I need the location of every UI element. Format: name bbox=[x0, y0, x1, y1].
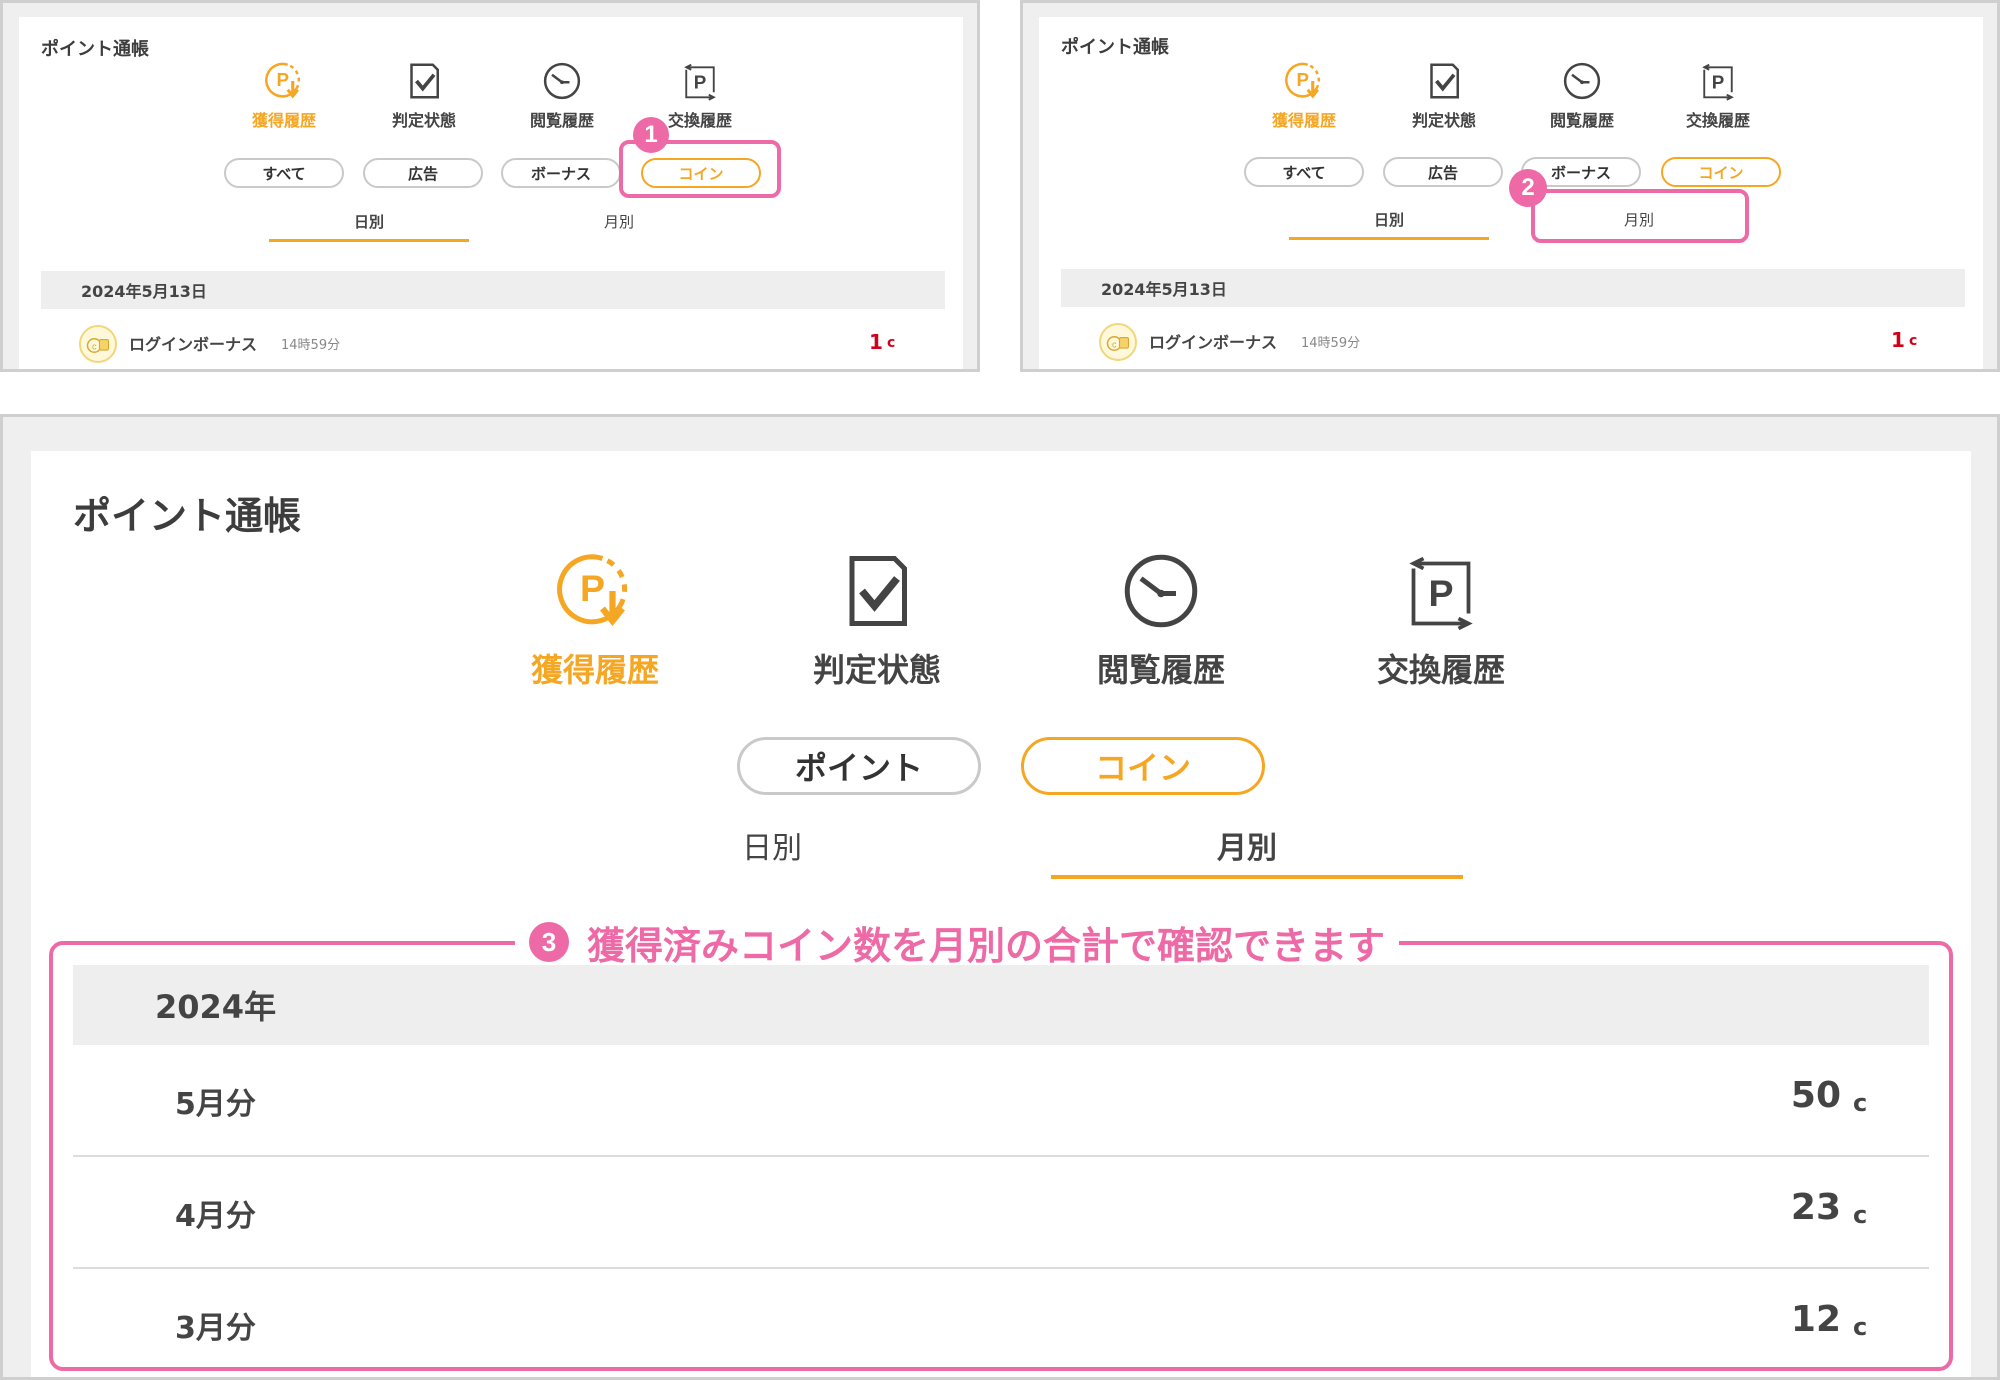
tab-label: 獲得履歴 bbox=[1271, 111, 1336, 130]
tab-label: 閲覧履歴 bbox=[1096, 651, 1225, 689]
month-row-label: 5月分 bbox=[175, 1087, 256, 1122]
period-active-underline bbox=[269, 239, 469, 242]
row-divider bbox=[73, 1155, 1929, 1157]
coin-icon bbox=[79, 325, 117, 363]
period-monthly-tab[interactable]: 月別 bbox=[519, 207, 719, 235]
point-exchange-icon bbox=[1698, 61, 1738, 101]
history-row-amount: 1 bbox=[869, 330, 883, 354]
tab-label: 交換履歴 bbox=[1376, 651, 1505, 689]
tab-judgement-status[interactable]: 判定状態 bbox=[379, 61, 469, 131]
history-row-time: 14時59分 bbox=[1301, 336, 1361, 351]
month-row-amount: 23 bbox=[1790, 1187, 1841, 1228]
step3-caption-text: 獲得済みコイン数を月別の合計で確認できます bbox=[587, 923, 1386, 968]
tab-label: 閲覧履歴 bbox=[1549, 111, 1614, 130]
point-earn-icon bbox=[264, 61, 304, 101]
tab-exchange-history[interactable]: 交換履歴 bbox=[1351, 551, 1531, 691]
filter-all-pill[interactable]: すべて bbox=[1244, 157, 1364, 187]
tab-earn-history[interactable]: 獲得履歴 bbox=[1259, 61, 1349, 131]
point-exchange-icon bbox=[680, 61, 720, 101]
clock-icon bbox=[1121, 551, 1201, 631]
screenshot-panel-step1: ポイント通帳 獲得履歴 判定状態 閲覧履歴 交換履歴 すべて 広告 ボーナス コ… bbox=[0, 0, 980, 372]
step1-badge: 1 bbox=[633, 117, 669, 153]
tab-earn-history[interactable]: 獲得履歴 bbox=[239, 61, 329, 131]
tab-label: 交換履歴 bbox=[667, 111, 732, 130]
screenshot-panel-step2: ポイント通帳 獲得履歴 判定状態 閲覧履歴 交換履歴 すべて 広告 ボーナス コ… bbox=[1020, 0, 2000, 372]
history-row-label: ログインボーナス bbox=[1149, 333, 1278, 352]
filter-ads-pill[interactable]: 広告 bbox=[1383, 157, 1503, 187]
month-row-unit: c bbox=[1853, 1089, 1868, 1117]
month-row-amount: 50 bbox=[1790, 1075, 1841, 1116]
page-title: ポイント通帳 bbox=[41, 39, 149, 60]
point-earn-icon bbox=[555, 551, 635, 631]
history-row-amount: 1 bbox=[1891, 328, 1905, 352]
year-header: 2024年 bbox=[73, 965, 1929, 1045]
clock-icon bbox=[1562, 61, 1602, 101]
month-row-label: 4月分 bbox=[175, 1199, 256, 1234]
tab-label: 判定状態 bbox=[391, 111, 456, 130]
filter-bonus-pill[interactable]: ボーナス bbox=[501, 158, 621, 188]
tab-label: 判定状態 bbox=[812, 651, 941, 689]
history-row-unit: c bbox=[887, 335, 896, 351]
date-header: 2024年5月13日 bbox=[1061, 269, 1965, 307]
history-row-label: ログインボーナス bbox=[129, 335, 258, 354]
clock-icon bbox=[542, 61, 582, 101]
tab-label: 閲覧履歴 bbox=[529, 111, 594, 130]
checklist-icon bbox=[1424, 61, 1464, 101]
filter-coin-pill[interactable]: コイン bbox=[1021, 737, 1265, 795]
page-title: ポイント通帳 bbox=[73, 494, 302, 538]
month-row-amount: 12 bbox=[1790, 1299, 1841, 1340]
screenshot-panel-step3: ポイント通帳 獲得履歴 判定状態 閲覧履歴 交換履歴 ポイント コイン 日別 月… bbox=[0, 414, 2000, 1380]
period-active-underline bbox=[1051, 875, 1463, 879]
tab-exchange-history[interactable]: 交換履歴 bbox=[655, 61, 745, 131]
row-divider bbox=[73, 1267, 1929, 1269]
filter-all-pill[interactable]: すべて bbox=[224, 158, 344, 188]
filter-ads-pill[interactable]: 広告 bbox=[363, 158, 483, 188]
period-daily-tab[interactable]: 日別 bbox=[1289, 205, 1489, 233]
coin-icon bbox=[1099, 323, 1137, 361]
point-earn-icon bbox=[1284, 61, 1324, 101]
period-monthly-tab[interactable]: 月別 bbox=[1047, 817, 1447, 873]
tab-label: 交換履歴 bbox=[1685, 111, 1750, 130]
period-active-underline bbox=[1289, 237, 1489, 240]
filter-coin-pill[interactable]: コイン bbox=[1661, 157, 1781, 187]
checklist-icon bbox=[404, 61, 444, 101]
checklist-icon bbox=[837, 551, 917, 631]
tab-label: 獲得履歴 bbox=[251, 111, 316, 130]
filter-point-pill[interactable]: ポイント bbox=[737, 737, 981, 795]
tab-browse-history[interactable]: 閲覧履歴 bbox=[1071, 551, 1251, 691]
tab-judgement-status[interactable]: 判定状態 bbox=[787, 551, 967, 691]
month-row-label: 3月分 bbox=[175, 1311, 256, 1346]
month-row-unit: c bbox=[1853, 1201, 1868, 1229]
tab-browse-history[interactable]: 閲覧履歴 bbox=[517, 61, 607, 131]
step3-caption: 3 獲得済みコイン数を月別の合計で確認できます bbox=[515, 917, 1400, 968]
tab-browse-history[interactable]: 閲覧履歴 bbox=[1537, 61, 1627, 131]
tab-judgement-status[interactable]: 判定状態 bbox=[1399, 61, 1489, 131]
point-exchange-icon bbox=[1401, 551, 1481, 631]
step3-badge: 3 bbox=[529, 922, 569, 962]
period-daily-tab[interactable]: 日別 bbox=[647, 817, 897, 873]
history-row-unit: c bbox=[1909, 333, 1918, 349]
step2-highlight bbox=[1531, 189, 1749, 243]
tab-earn-history[interactable]: 獲得履歴 bbox=[505, 551, 685, 691]
period-daily-tab[interactable]: 日別 bbox=[269, 207, 469, 235]
tab-exchange-history[interactable]: 交換履歴 bbox=[1673, 61, 1763, 131]
tab-label: 判定状態 bbox=[1411, 111, 1476, 130]
tab-label: 獲得履歴 bbox=[530, 651, 659, 689]
step2-badge: 2 bbox=[1509, 169, 1547, 207]
history-row-time: 14時59分 bbox=[281, 338, 341, 353]
date-header: 2024年5月13日 bbox=[41, 271, 945, 309]
month-row-unit: c bbox=[1853, 1313, 1868, 1341]
page-title: ポイント通帳 bbox=[1061, 37, 1169, 58]
